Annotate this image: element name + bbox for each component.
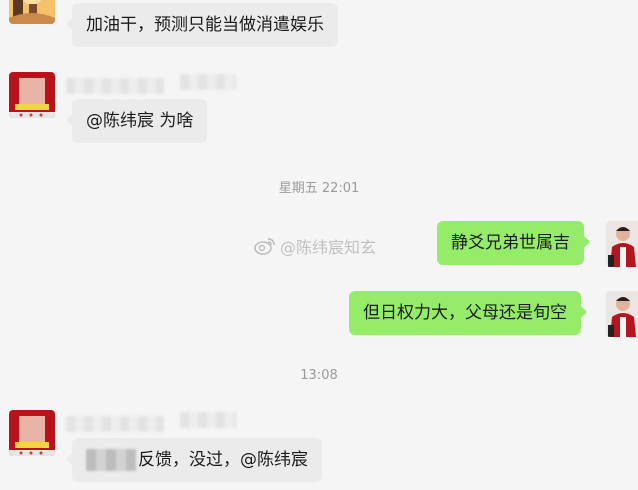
contact-avatar[interactable] — [9, 410, 55, 456]
sender-name-redacted — [180, 412, 236, 428]
avatar-image — [9, 410, 55, 456]
chat-window: 加油干，预测只能当做消遣娱乐 @陈纬宸 为啥 星期五 22:01 @陈纬宸知玄 … — [0, 0, 638, 490]
message-text: 加油干，预测只能当做消遣娱乐 — [86, 15, 324, 35]
contact-avatar[interactable] — [9, 0, 55, 24]
contact-avatar[interactable] — [9, 72, 55, 118]
message-bubble[interactable]: 静爻兄弟世属吉 — [437, 221, 590, 265]
avatar-image — [606, 291, 638, 337]
sender-name-redacted — [66, 78, 164, 94]
sender-name-redacted — [180, 74, 236, 90]
avatar-image — [9, 0, 55, 24]
avatar-image — [606, 221, 638, 267]
message-text: @陈纬宸 为啥 — [86, 111, 194, 131]
weibo-icon — [254, 238, 275, 255]
sender-name-redacted — [66, 416, 164, 432]
message-text: 静爻兄弟世属吉 — [451, 233, 570, 253]
watermark: @陈纬宸知玄 — [254, 234, 376, 258]
timestamp: 13:08 — [300, 368, 338, 383]
message-bubble[interactable]: @陈纬宸 为啥 — [65, 99, 208, 143]
message-text: 但日权力大，父母还是旬空 — [363, 303, 567, 323]
message-bubble[interactable]: 但日权力大，父母还是旬空 — [349, 291, 587, 335]
message-text: 反馈，没过，@陈纬宸 — [138, 450, 308, 470]
my-avatar[interactable] — [606, 221, 638, 267]
watermark-text: @陈纬宸知玄 — [280, 238, 377, 257]
my-avatar[interactable] — [606, 291, 638, 337]
avatar-image — [9, 72, 55, 118]
timestamp: 星期五 22:01 — [278, 181, 360, 196]
redacted-text-block — [86, 449, 136, 471]
message-bubble[interactable]: 反馈，没过，@陈纬宸 — [66, 438, 322, 482]
message-bubble[interactable]: 加油干，预测只能当做消遣娱乐 — [66, 3, 338, 47]
